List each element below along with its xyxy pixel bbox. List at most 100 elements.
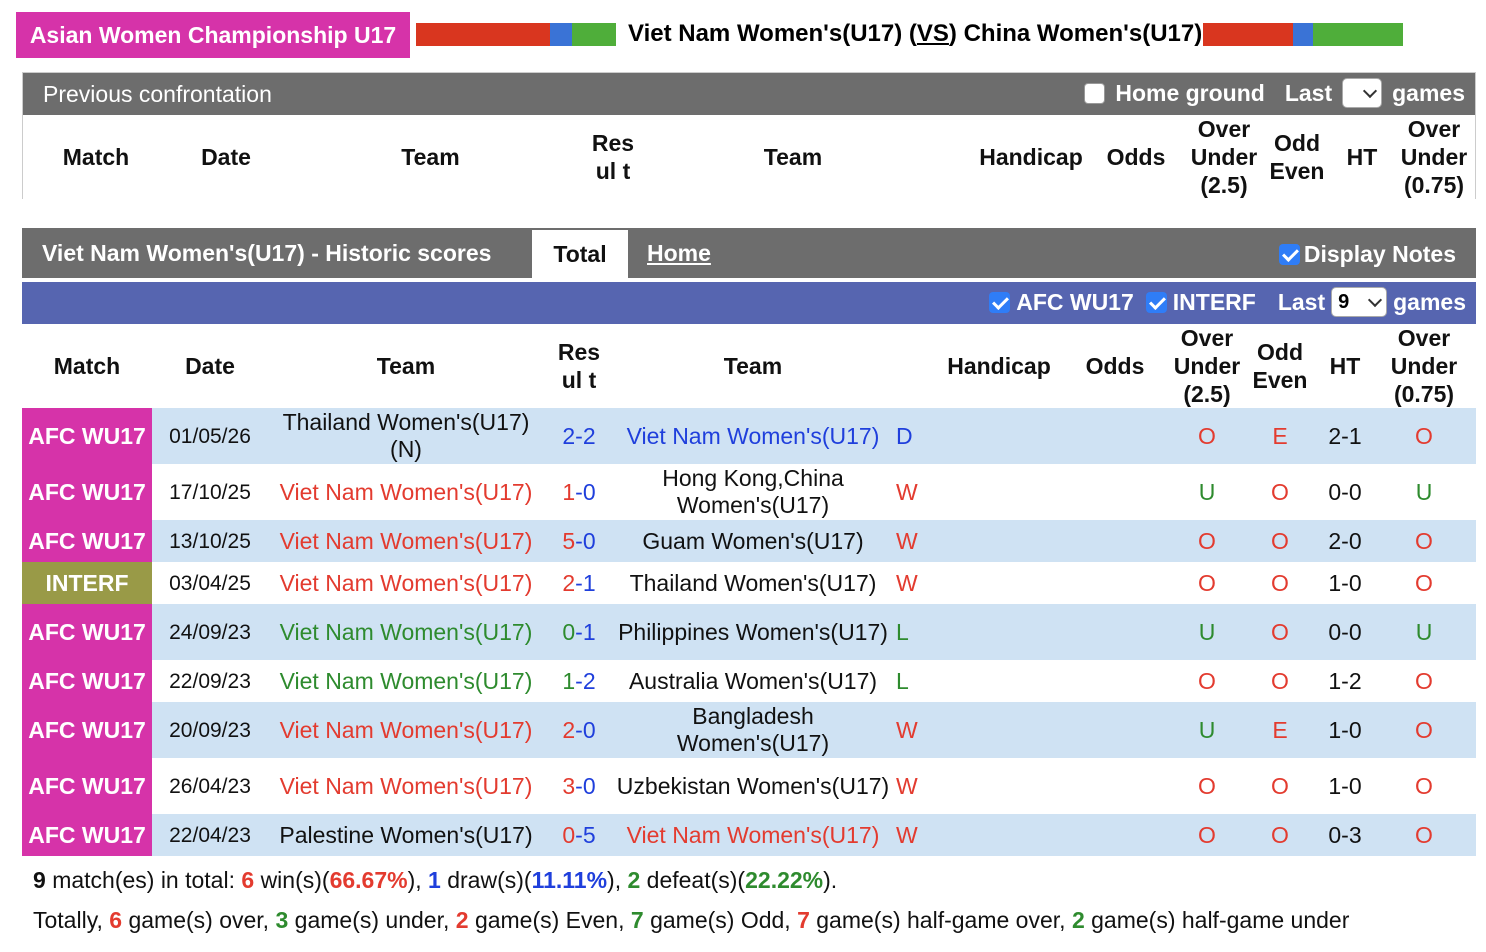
match-score[interactable]: 0-1 bbox=[544, 619, 614, 646]
last-label: Last bbox=[1284, 79, 1333, 106]
odd-even-cell: O bbox=[1271, 667, 1289, 694]
odd-even-cell: O bbox=[1271, 569, 1289, 596]
over-under-cell: O bbox=[1198, 667, 1216, 694]
col-over-under-25: Over Under (2.5) bbox=[1173, 325, 1241, 407]
match-score[interactable]: 3-0 bbox=[544, 773, 614, 800]
home-team[interactable]: Viet Nam Women's(U17) bbox=[268, 668, 544, 695]
summary-odd: 7 bbox=[630, 907, 644, 933]
away-team[interactable]: Uzbekistan Women's(U17) bbox=[614, 773, 892, 800]
league-tag[interactable]: AFC WU17 bbox=[22, 604, 152, 660]
over-under-cell: U bbox=[1198, 618, 1216, 645]
away-team[interactable]: Guam Women's(U17) bbox=[614, 528, 892, 555]
historic-title: Viet Nam Women's(U17) - Historic scores bbox=[42, 240, 492, 266]
match-score[interactable]: 2-0 bbox=[544, 717, 614, 744]
summary-even: 2 bbox=[455, 907, 469, 933]
over-under-cell: O bbox=[1198, 772, 1216, 799]
tab-total[interactable]: Total bbox=[532, 230, 628, 278]
over-under-cell: O bbox=[1198, 422, 1216, 449]
summary-half-under: 2 bbox=[1071, 907, 1085, 933]
league-tag[interactable]: AFC WU17 bbox=[22, 758, 152, 814]
home-team[interactable]: Viet Nam Women's(U17) bbox=[268, 528, 544, 555]
over-under-075-cell: U bbox=[1415, 618, 1433, 645]
afc-filter-label: AFC WU17 bbox=[1016, 288, 1134, 315]
summary-line-2: Totally, 6 game(s) over, 3 game(s) under… bbox=[22, 900, 1476, 940]
col-date: Date bbox=[201, 144, 251, 170]
col-odds: Odds bbox=[1085, 353, 1145, 379]
away-team[interactable]: Bangladesh Women's(U17) bbox=[614, 703, 892, 757]
col-over-under-075: Over Under (0.75) bbox=[1390, 325, 1458, 407]
match-date: 26/04/23 bbox=[169, 774, 251, 798]
previous-games-select[interactable] bbox=[1342, 78, 1383, 108]
result-badge: W bbox=[896, 772, 918, 799]
games-count-select[interactable]: 9 bbox=[1331, 287, 1388, 317]
afc-filter-checkbox[interactable] bbox=[989, 291, 1011, 313]
previous-confrontation-header: Previous confrontation Home ground Last … bbox=[23, 73, 1475, 115]
result-badge: W bbox=[896, 821, 918, 848]
away-team[interactable]: Viet Nam Women's(U17) bbox=[614, 423, 892, 450]
filter-bar: AFC WU17 INTERF Last 9 games bbox=[22, 282, 1476, 324]
result-badge: D bbox=[896, 422, 913, 449]
league-tag[interactable]: AFC WU17 bbox=[22, 660, 152, 702]
col-match: Match bbox=[53, 353, 121, 379]
home-team[interactable]: Viet Nam Women's(U17) bbox=[268, 717, 544, 744]
league-tag[interactable]: AFC WU17 bbox=[22, 464, 152, 520]
home-ground-checkbox[interactable] bbox=[1084, 82, 1106, 104]
home-team[interactable]: Viet Nam Women's(U17) bbox=[268, 479, 544, 506]
match-score[interactable]: 5-0 bbox=[544, 528, 614, 555]
match-date: 24/09/23 bbox=[169, 620, 251, 644]
league-tag[interactable]: AFC WU17 bbox=[22, 520, 152, 562]
interf-filter-checkbox[interactable] bbox=[1145, 291, 1167, 313]
league-badge[interactable]: Asian Women Championship U17 bbox=[16, 12, 410, 58]
away-team-name[interactable]: China Women's(U17) bbox=[964, 20, 1203, 47]
display-notes-checkbox[interactable] bbox=[1278, 244, 1300, 265]
summary-over: 6 bbox=[109, 907, 123, 933]
display-notes-label: Display Notes bbox=[1303, 241, 1456, 267]
summary-draw-pct: 11.11% bbox=[531, 867, 608, 893]
away-team[interactable]: Viet Nam Women's(U17) bbox=[614, 822, 892, 849]
historic-column-headers: Match Date Team Resul t Team Handicap Od… bbox=[22, 324, 1476, 408]
over-under-075-cell: O bbox=[1415, 422, 1433, 449]
chevron-down-icon bbox=[1368, 292, 1383, 307]
away-team[interactable]: Australia Women's(U17) bbox=[614, 668, 892, 695]
league-tag[interactable]: AFC WU17 bbox=[22, 408, 152, 464]
col-handicap: Handicap bbox=[947, 353, 1051, 379]
result-badge: L bbox=[896, 618, 909, 645]
away-team[interactable]: Hong Kong,China Women's(U17) bbox=[614, 465, 892, 519]
table-row: INTERF 03/04/25 Viet Nam Women's(U17) 2-1 Th… bbox=[22, 562, 1476, 604]
home-team[interactable]: Viet Nam Women's(U17) bbox=[268, 773, 544, 800]
col-match: Match bbox=[62, 144, 130, 170]
over-under-cell: U bbox=[1198, 478, 1216, 505]
summary-under: 3 bbox=[275, 907, 289, 933]
col-result: Resul t bbox=[591, 130, 635, 184]
home-team-name[interactable]: Viet Nam Women's(U17) bbox=[628, 20, 902, 47]
table-row: AFC WU17 20/09/23 Viet Nam Women's(U17) 2-0… bbox=[22, 702, 1476, 758]
over-under-cell: O bbox=[1198, 527, 1216, 554]
match-score[interactable]: 1-2 bbox=[544, 668, 614, 695]
ht-score: 1-0 bbox=[1328, 716, 1362, 743]
summary-win-pct: 66.67% bbox=[329, 867, 408, 893]
home-team[interactable]: Palestine Women's(U17) bbox=[268, 822, 544, 849]
home-team[interactable]: Viet Nam Women's(U17) bbox=[268, 619, 544, 646]
col-date: Date bbox=[185, 353, 235, 379]
away-team[interactable]: Thailand Women's(U17) bbox=[614, 570, 892, 597]
match-score[interactable]: 1-0 bbox=[544, 479, 614, 506]
match-score[interactable]: 2-1 bbox=[544, 570, 614, 597]
match-score[interactable]: 2-2 bbox=[544, 423, 614, 450]
home-team[interactable]: Viet Nam Women's(U17) bbox=[268, 570, 544, 597]
league-tag[interactable]: AFC WU17 bbox=[22, 702, 152, 758]
summary-draws: 1 bbox=[428, 867, 441, 893]
league-tag[interactable]: AFC WU17 bbox=[22, 814, 152, 856]
league-tag[interactable]: INTERF bbox=[22, 562, 152, 604]
away-team[interactable]: Philippines Women's(U17) bbox=[614, 619, 892, 646]
match-banner: Asian Women Championship U17 Viet Nam Wo… bbox=[0, 0, 1486, 66]
summary-line-1: 9 match(es) in total: 6 win(s)(66.67%), … bbox=[22, 860, 1476, 900]
table-row: AFC WU17 26/04/23 Viet Nam Women's(U17) 3-0… bbox=[22, 758, 1476, 814]
match-score[interactable]: 0-5 bbox=[544, 822, 614, 849]
home-team[interactable]: Thailand Women's(U17)(N) bbox=[268, 409, 544, 463]
ht-score: 1-2 bbox=[1328, 667, 1362, 694]
over-under-075-cell: O bbox=[1415, 716, 1433, 743]
team-color-bar-left bbox=[416, 23, 616, 46]
tab-home[interactable]: Home bbox=[647, 240, 711, 267]
match-date: 22/09/23 bbox=[169, 669, 251, 693]
vs-link[interactable]: VS bbox=[917, 20, 949, 47]
